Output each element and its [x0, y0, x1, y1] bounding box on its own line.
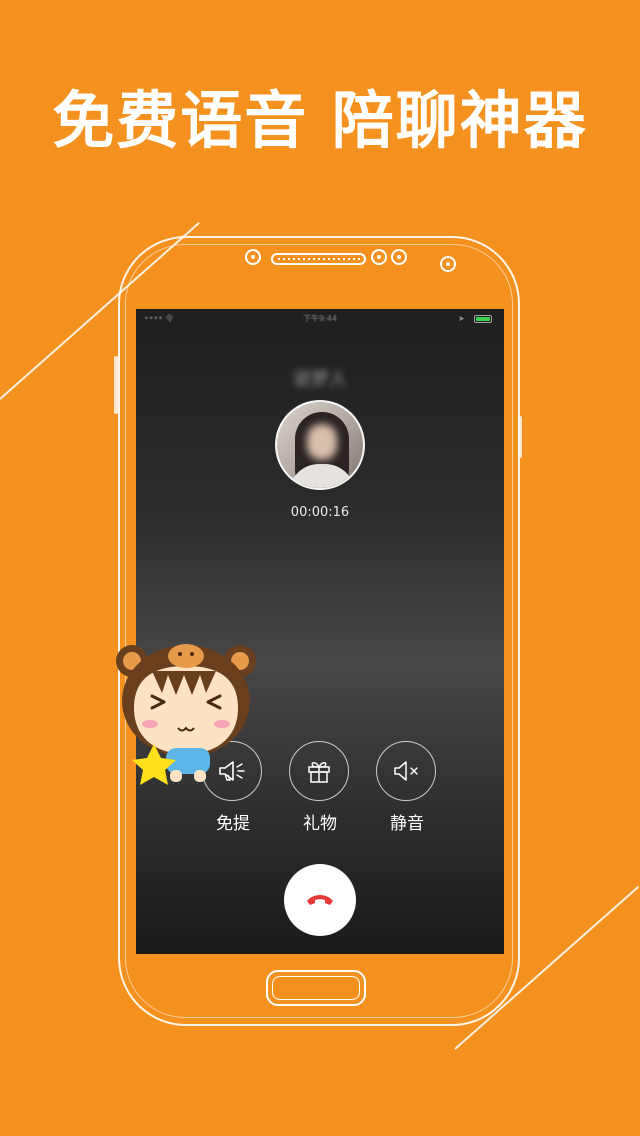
phone-side-key-left	[114, 356, 118, 414]
caller-avatar	[275, 400, 365, 490]
location-icon: ➤	[458, 314, 465, 323]
hangup-phone-icon	[307, 895, 333, 905]
phone-camera-icon	[371, 249, 387, 265]
mute-label: 静音	[390, 814, 424, 834]
phone-light-sensor-icon	[391, 249, 407, 265]
status-time: 下午9:44	[303, 314, 337, 323]
phone-sensor-icon	[245, 249, 261, 265]
gift-button[interactable]: 礼物	[289, 741, 351, 834]
mute-icon	[376, 741, 436, 801]
battery-icon	[474, 315, 492, 323]
promo-headline: 免费语音 陪聊神器	[52, 84, 588, 157]
speakerphone-label: 免提	[216, 814, 250, 834]
status-bar: •••• 令 下午9:44 ➤	[136, 309, 504, 329]
call-timer: 00:00:16	[290, 505, 350, 520]
call-screen: •••• 令 下午9:44 ➤ 说梦人 00:00:16 免提 礼物 静音	[136, 309, 504, 954]
caller-name: 说梦人	[293, 369, 347, 390]
phone-home-button	[266, 970, 366, 1006]
phone-side-key-right	[518, 416, 522, 458]
mascot-illustration	[116, 644, 256, 785]
gift-icon	[289, 741, 349, 801]
phone-earpiece	[271, 253, 366, 265]
hangup-button[interactable]	[284, 864, 356, 936]
phone-proximity-icon	[440, 256, 456, 272]
mute-button[interactable]: 静音	[376, 741, 438, 834]
gift-label: 礼物	[303, 814, 337, 834]
